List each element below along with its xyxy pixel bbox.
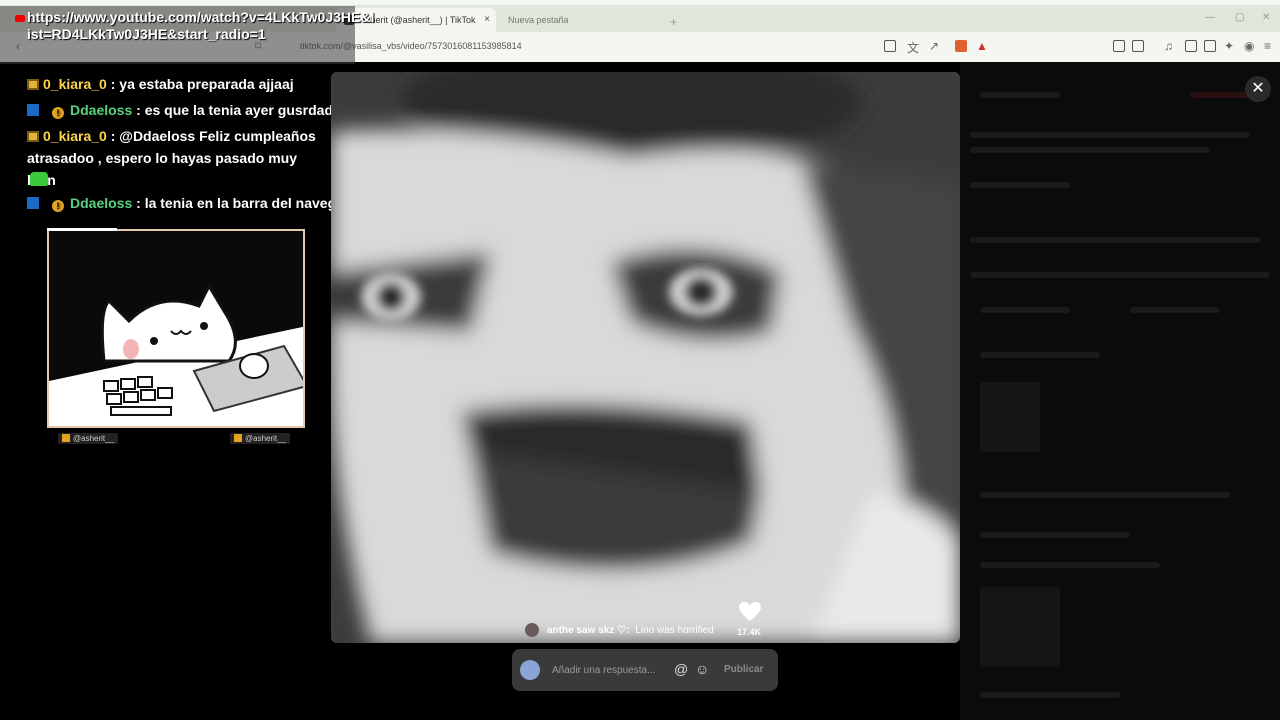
- chat-separator: :: [132, 195, 145, 211]
- share-icon[interactable]: ↗: [929, 39, 939, 53]
- bongo-cat-overlay: [47, 229, 305, 428]
- chat-message: 0_kiara_0 : @Ddaeloss Feliz cumpleaños a…: [27, 125, 327, 191]
- prime-badge-icon: [27, 104, 39, 116]
- chat-username: Ddaeloss: [70, 102, 133, 118]
- reply-input[interactable]: [552, 662, 672, 678]
- cam-frame-accent: [47, 228, 117, 231]
- mention-icon[interactable]: @: [674, 661, 688, 677]
- new-tab-button[interactable]: +: [670, 15, 677, 29]
- caption-author[interactable]: anthe saw skz ♡:: [547, 625, 629, 636]
- leo-ai-icon[interactable]: ✦: [1224, 39, 1234, 53]
- chat-separator: :: [106, 128, 120, 144]
- frog-emote-icon: [30, 172, 48, 186]
- tab-label: Nueva pestaña: [508, 15, 569, 25]
- chat-message: 0_kiara_0 : ya estaba preparada ajjaaj: [27, 73, 294, 95]
- emoji-icon[interactable]: ☺: [695, 661, 709, 677]
- bongo-cat-icon: [49, 231, 303, 426]
- reply-bar: @ ☺ Publicar: [512, 649, 778, 691]
- window-close-icon[interactable]: ✕: [1262, 12, 1270, 23]
- vpn-icon[interactable]: ◉: [1244, 39, 1254, 53]
- chat-message: ! Ddaeloss : es que la tenia ayer gusrdad…: [27, 99, 341, 121]
- screenshot-icon[interactable]: [1132, 40, 1144, 52]
- sidebar-icon[interactable]: [1185, 40, 1197, 52]
- chat-username: Ddaeloss: [70, 195, 133, 211]
- video-frame-image: [331, 72, 960, 643]
- close-video-button[interactable]: ✕: [1245, 76, 1271, 102]
- brave-rewards-icon[interactable]: ▲: [976, 39, 988, 53]
- kofi-handle: @asherit__: [58, 433, 119, 444]
- crown-badge-icon: [27, 79, 39, 90]
- tier-badge-icon: !: [52, 200, 64, 212]
- music-icon[interactable]: ♫: [1164, 39, 1173, 53]
- wallet-icon[interactable]: [1204, 40, 1216, 52]
- video-player[interactable]: [331, 72, 960, 643]
- chat-username: 0_kiara_0: [43, 76, 107, 92]
- chat-username: 0_kiara_0: [43, 128, 107, 144]
- chat-text: ya estaba preparada ajjaaj: [119, 76, 294, 92]
- chat-separator: :: [132, 102, 145, 118]
- menu-icon[interactable]: ≡: [1264, 39, 1271, 53]
- avatar[interactable]: [525, 623, 539, 637]
- cast-icon[interactable]: [884, 40, 896, 52]
- kofi-icon: [62, 434, 70, 442]
- minimize-icon[interactable]: —: [1205, 12, 1215, 23]
- extensions-icon[interactable]: [1113, 40, 1125, 52]
- user-avatar: [520, 660, 540, 680]
- prime-badge-icon: [27, 197, 39, 209]
- youtube-url-text: https://www.youtube.com/watch?v=4LKkTw0J…: [27, 9, 375, 42]
- publish-button[interactable]: Publicar: [724, 664, 763, 675]
- brave-shield-icon[interactable]: [955, 40, 967, 52]
- chat-text: es que la tenia ayer gusrdada: [144, 102, 341, 118]
- maximize-icon[interactable]: ▢: [1235, 12, 1244, 23]
- chat-message: ! Ddaeloss : la tenia en la barra del nav…: [27, 192, 366, 214]
- chat-separator: :: [106, 76, 120, 92]
- tiktok-page-background: [960, 62, 1280, 720]
- twitter-icon: [234, 434, 242, 442]
- like-count: 17.4K: [737, 627, 762, 637]
- tier-badge-icon: !: [52, 107, 64, 119]
- crown-badge-icon: [27, 131, 39, 142]
- tab-new[interactable]: Nueva pestaña: [500, 8, 660, 32]
- tab-label: Asherit (@asherit__) | TikTok: [360, 15, 476, 25]
- twitter-handle: @asherit__: [230, 433, 291, 444]
- video-caption: anthe saw skz ♡: Lino was horrified: [525, 623, 714, 637]
- caption-text: Lino was horrified: [635, 624, 714, 636]
- like-heart-icon[interactable]: [738, 600, 762, 624]
- youtube-icon: [15, 15, 25, 22]
- tab-close-icon[interactable]: ×: [484, 14, 490, 25]
- translate-icon[interactable]: 文: [907, 39, 919, 56]
